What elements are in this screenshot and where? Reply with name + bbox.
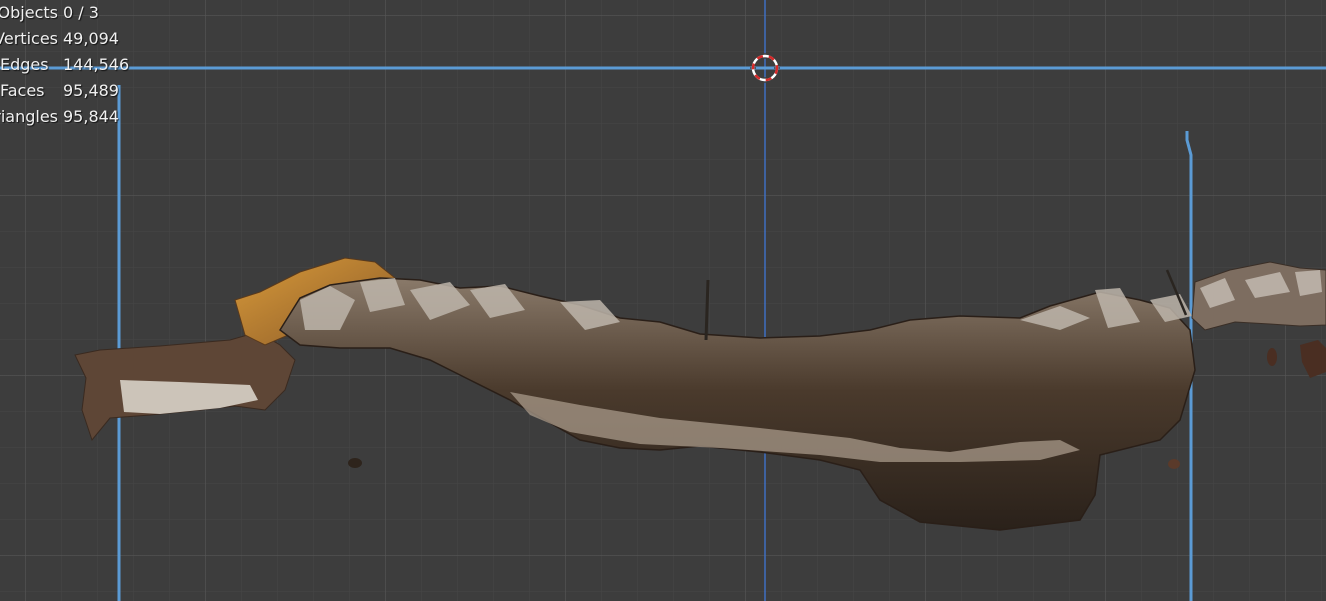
- stat-label: Objects: [0, 3, 58, 22]
- stat-value: 0 / 3: [63, 3, 99, 22]
- stat-label: Faces: [0, 81, 45, 100]
- stat-value: 95,489: [63, 81, 119, 100]
- mesh-fragment: [1300, 340, 1326, 378]
- mesh-stalk: [704, 279, 710, 341]
- stat-label: Triangles: [0, 107, 58, 126]
- mesh-fragment: [1168, 459, 1180, 469]
- mesh-fragment: [1267, 348, 1277, 366]
- stat-value: 144,546: [63, 55, 130, 74]
- stat-label: Edges: [0, 55, 49, 74]
- stat-value: 49,094: [63, 29, 119, 48]
- mesh-fragment: [348, 458, 362, 468]
- 3d-cursor-icon[interactable]: [750, 53, 780, 83]
- stat-label: Vertices: [0, 29, 58, 48]
- scene-canvas[interactable]: [0, 0, 1326, 601]
- mesh-pale-patch: [120, 380, 258, 414]
- 3d-viewport[interactable]: Objects 0 / 3 Vertices 49,094 Edges 144,…: [0, 0, 1326, 601]
- stat-value: 95,844: [63, 107, 119, 126]
- scanned-rock-mesh[interactable]: [74, 257, 1326, 531]
